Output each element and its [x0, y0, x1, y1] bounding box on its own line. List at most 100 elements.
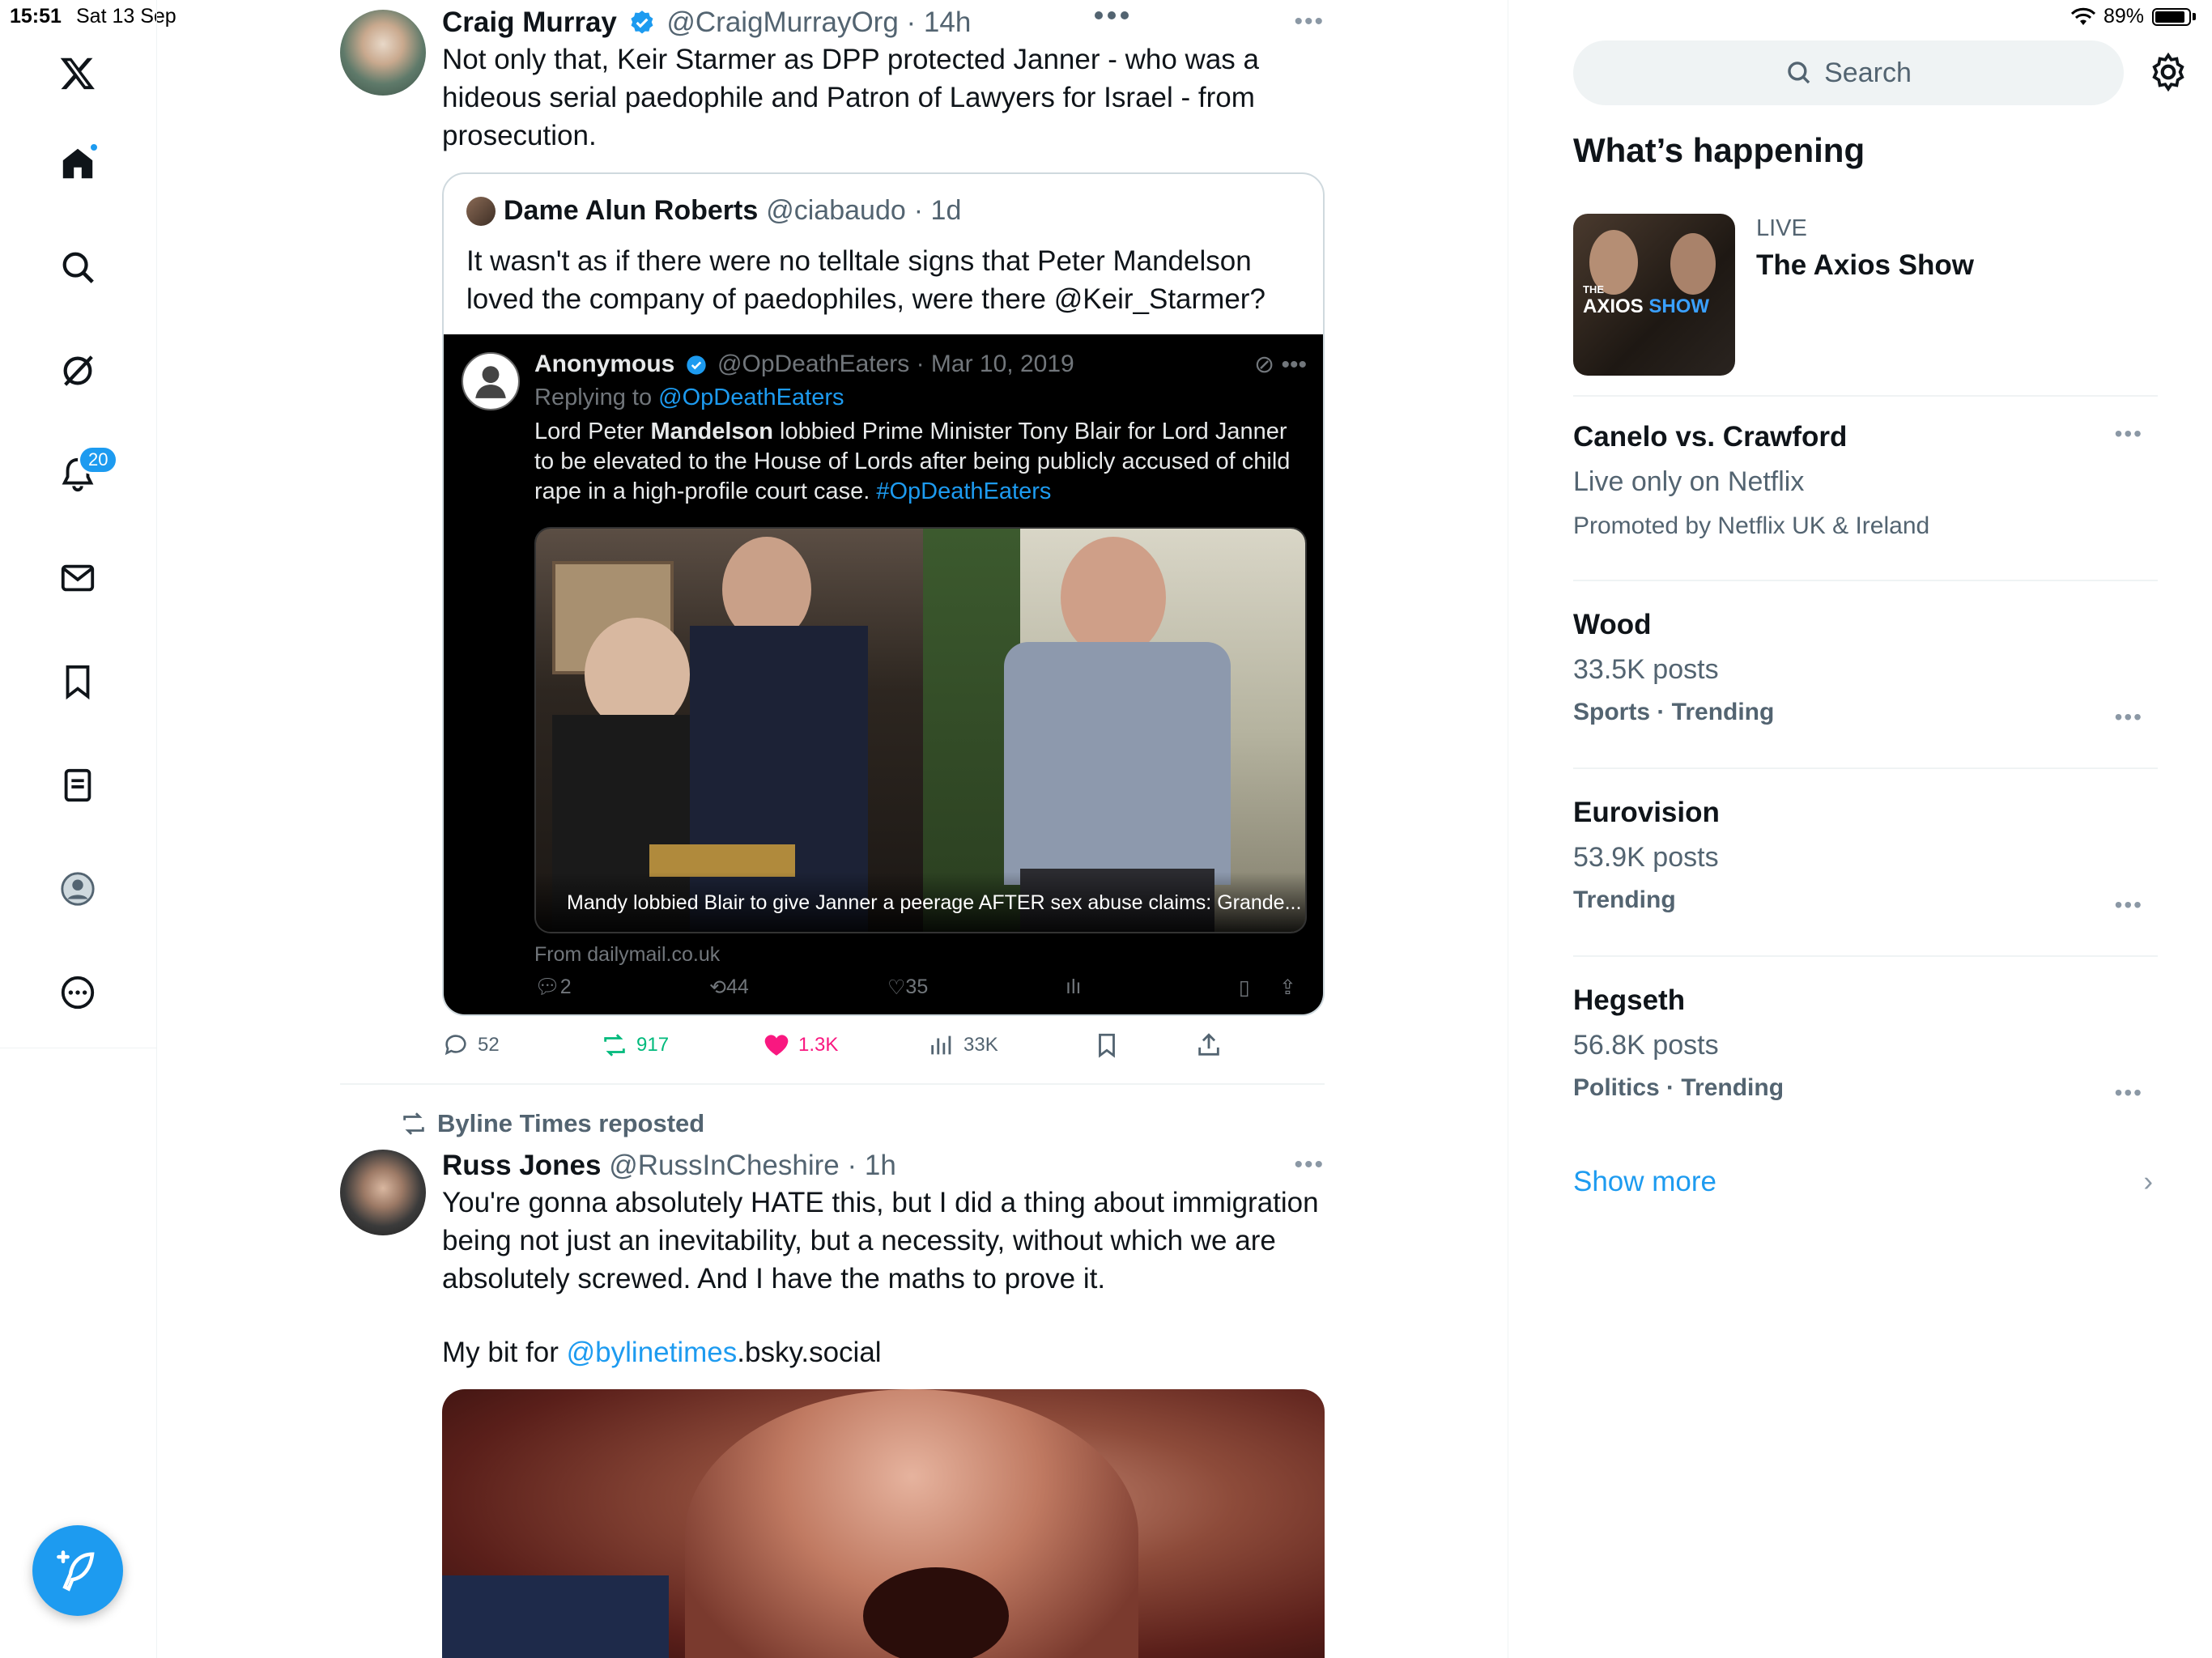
timeline-feed: Craig Murray @CraigMurrayOrg · 14h ••• N…	[340, 0, 1325, 1658]
explore-search-icon[interactable]	[53, 243, 102, 291]
bookmark-icon	[1099, 1033, 1115, 1058]
messages-envelope-icon[interactable]	[53, 554, 102, 602]
tweet-more-icon[interactable]: •••	[1294, 1151, 1325, 1179]
lists-icon[interactable]	[53, 761, 102, 810]
screenshot-author-name: Anonymous	[534, 351, 675, 377]
share-button[interactable]	[1195, 1031, 1223, 1059]
trend-post-count: 53.9K posts	[1573, 842, 1719, 873]
tweet-body: Craig Murray @CraigMurrayOrg · 14h ••• N…	[442, 5, 1325, 167]
trend-item[interactable]: Wood 33.5K posts Sports · Trending •••	[1573, 609, 2158, 771]
tweet-more-icon[interactable]: •••	[1294, 8, 1325, 36]
trend-item[interactable]: Canelo vs. Crawford ••• Live only on Net…	[1573, 421, 2158, 583]
reply-icon	[445, 1035, 466, 1056]
quote-time: · 1d	[913, 195, 962, 226]
views-chart-icon	[931, 1035, 951, 1055]
screenshot-views-icon: ılı	[1066, 976, 1082, 998]
screenshot-like-count: ♡ 35	[887, 976, 929, 999]
screenshot-repost-count: ⟲ 44	[709, 976, 749, 999]
compose-feather-icon	[57, 1550, 95, 1592]
views-button[interactable]: 33K	[928, 1031, 998, 1059]
anonymous-avatar	[462, 352, 520, 410]
trend-item[interactable]: Eurovision 53.9K posts Trending •••	[1573, 797, 2158, 959]
settings-gear-icon[interactable]	[2148, 52, 2189, 92]
tweet-text: You're gonna absolutely HATE this, but I…	[442, 1187, 1319, 1295]
like-count: 1.3K	[798, 1034, 839, 1056]
home-unread-dot	[89, 142, 99, 152]
link-source: From dailymail.co.uk	[534, 943, 721, 966]
screenshot-header-icons: ⊘ •••	[1254, 351, 1307, 378]
embedded-screenshot[interactable]: Anonymous @OpDeathEaters · Mar 10, 2019 …	[444, 334, 1323, 1014]
whats-happening-title: What’s happening	[1573, 131, 1865, 169]
chevron-right-icon: ›	[2143, 1166, 2153, 1197]
trend-post-count: 56.8K posts	[1573, 1030, 1719, 1061]
grok-icon[interactable]	[53, 346, 102, 395]
screenshot-reply-count: 💬︎ 2	[534, 976, 572, 998]
repost-count: 917	[636, 1034, 670, 1056]
author-handle[interactable]: @CraigMurrayOrg	[666, 6, 898, 38]
mention-link[interactable]: @bylinetimes	[567, 1337, 738, 1368]
bookmark-button[interactable]	[1093, 1031, 1121, 1059]
avatar[interactable]	[340, 10, 426, 96]
post-time: · 14h	[906, 6, 972, 38]
show-more-link[interactable]: Show more ›	[1573, 1166, 2158, 1198]
trend-meta: Politics · Trending	[1573, 1074, 1784, 1101]
trend-title: Hegseth	[1573, 984, 1686, 1016]
tweet-header: Russ Jones @RussInCheshire · 1h	[442, 1148, 1325, 1184]
trend-subtitle: Live only on Netflix	[1573, 466, 1805, 497]
quote-author-name: Dame Alun Roberts	[504, 195, 759, 226]
screenshot-replying-to: Replying to @OpDeathEaters	[534, 385, 844, 410]
trend-more-icon[interactable]: •••	[2115, 421, 2143, 447]
trend-more-icon[interactable]: •••	[2115, 704, 2143, 730]
author-name[interactable]: Russ Jones	[442, 1150, 601, 1181]
tweet-divider	[340, 1083, 1325, 1085]
screenshot-header: Anonymous @OpDeathEaters · Mar 10, 2019	[534, 351, 1074, 378]
tweet-text-line-2: My bit for @bylinetimes.bsky.social	[442, 1337, 882, 1368]
avatar[interactable]	[340, 1150, 426, 1235]
trend-post-count: 33.5K posts	[1573, 654, 1719, 685]
x-logo-icon[interactable]	[53, 49, 102, 97]
left-nav: 20	[0, 0, 157, 1658]
trend-title: Eurovision	[1573, 797, 1720, 828]
quote-avatar	[466, 196, 496, 226]
live-thumbnail: THE AXIOS SHOW	[1573, 214, 1735, 376]
tweet-actions: 52 917 1.3K 33K	[442, 1031, 1325, 1064]
verified-badge-icon	[631, 11, 653, 34]
trend-more-icon[interactable]: •••	[2115, 892, 2143, 918]
trend-title: Wood	[1573, 609, 1652, 640]
screenshot-verified-icon	[687, 355, 706, 375]
tweet-image[interactable]	[442, 1389, 1325, 1658]
repost-by-label: Byline Times reposted	[437, 1109, 705, 1137]
repost-icon	[604, 1034, 625, 1056]
screenshot-share-icon: ⇪	[1279, 976, 1296, 999]
reply-button[interactable]: 52	[442, 1031, 500, 1059]
share-icon	[1198, 1033, 1219, 1056]
author-handle[interactable]: @RussInCheshire	[609, 1150, 840, 1181]
screenshot-author-handle: @OpDeathEaters	[717, 351, 910, 377]
tweet-text: Not only that, Keir Starmer as DPP prote…	[442, 44, 1259, 151]
notifications-bell-icon[interactable]: 20	[53, 445, 119, 499]
quote-text: It wasn't as if there were no telltale s…	[466, 245, 1266, 315]
like-button[interactable]: 1.3K	[763, 1031, 838, 1059]
quoted-tweet[interactable]: Dame Alun Roberts @ciabaudo · 1d It wasn…	[442, 172, 1325, 1016]
heart-filled-icon	[764, 1035, 789, 1056]
more-options-icon[interactable]	[53, 968, 102, 1017]
news-photo: Mandy lobbied Blair to give Janner a pee…	[534, 527, 1307, 933]
screenshot-bookmark-icon: ▯	[1239, 976, 1250, 999]
views-count: 33K	[963, 1034, 998, 1056]
search-icon	[1788, 62, 1810, 84]
profile-icon[interactable]	[53, 865, 102, 913]
repost-small-icon	[403, 1112, 424, 1135]
repost-indicator[interactable]: Byline Times reposted	[400, 1109, 704, 1138]
trend-more-icon[interactable]: •••	[2115, 1080, 2143, 1106]
live-event-card[interactable]: THE AXIOS SHOW LIVE The Axios Show	[1573, 214, 2158, 400]
trend-title: Canelo vs. Crawford	[1573, 421, 1848, 453]
bookmarks-icon[interactable]	[53, 657, 102, 706]
live-title: The Axios Show	[1756, 249, 1975, 281]
author-name[interactable]: Craig Murray	[442, 6, 617, 38]
trend-meta: Sports · Trending	[1573, 699, 1775, 725]
search-input[interactable]: Search	[1573, 40, 2124, 105]
trend-item[interactable]: Hegseth 56.8K posts Politics · Trending …	[1573, 984, 2158, 1146]
home-icon[interactable]	[53, 139, 102, 188]
repost-button[interactable]: 917	[601, 1031, 669, 1059]
compose-post-button[interactable]	[32, 1525, 123, 1616]
